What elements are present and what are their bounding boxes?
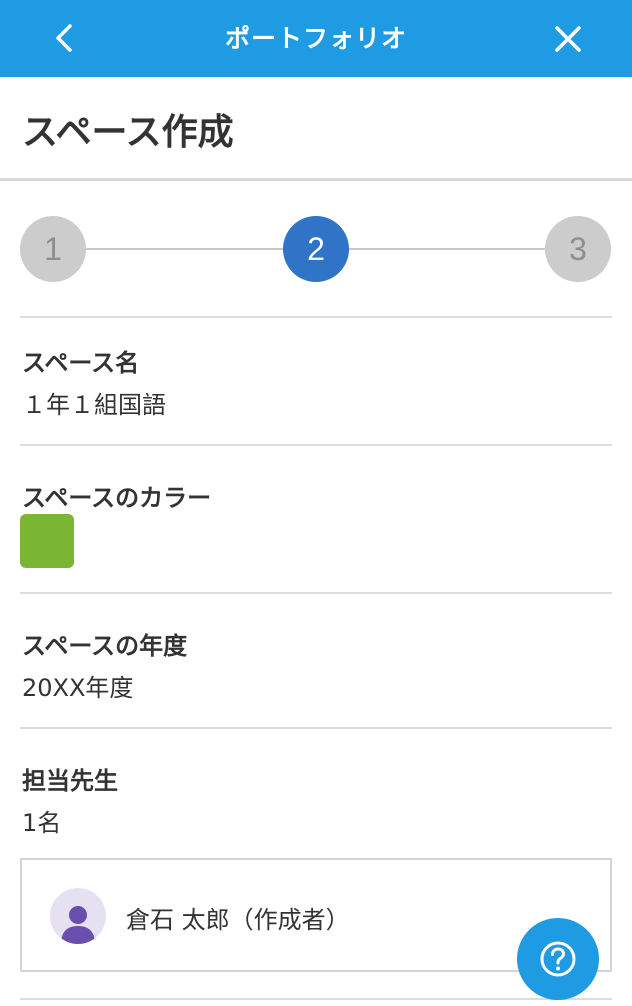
help-button[interactable] xyxy=(517,918,599,1000)
avatar xyxy=(50,888,106,944)
space-name-value: １年１組国語 xyxy=(22,391,166,419)
help-circle-icon xyxy=(540,941,576,977)
person-icon xyxy=(61,906,95,944)
space-color-swatch xyxy=(20,514,74,568)
close-button[interactable] xyxy=(547,18,589,60)
step-1: 1 xyxy=(20,216,86,282)
teachers-count: 1名 xyxy=(22,809,62,837)
close-icon xyxy=(555,26,581,52)
divider xyxy=(20,998,612,1000)
step-3: 3 xyxy=(545,216,611,282)
app-header: ポートフォリオ xyxy=(0,0,632,77)
divider xyxy=(20,592,612,594)
title-divider xyxy=(0,178,632,181)
space-year-value: 20XX年度 xyxy=(22,674,134,702)
divider xyxy=(20,444,612,446)
step-2: 2 xyxy=(283,216,349,282)
divider xyxy=(20,727,612,729)
page-title: スペース作成 xyxy=(22,112,234,153)
teachers-label: 担当先生 xyxy=(22,767,118,795)
teacher-name: 倉石 太郎（作成者） xyxy=(126,906,350,934)
header-title: ポートフォリオ xyxy=(224,24,407,53)
space-year-label: スペースの年度 xyxy=(22,632,188,660)
space-name-label: スペース名 xyxy=(22,349,140,377)
space-color-label: スペースのカラー xyxy=(22,484,212,512)
divider xyxy=(20,316,612,318)
